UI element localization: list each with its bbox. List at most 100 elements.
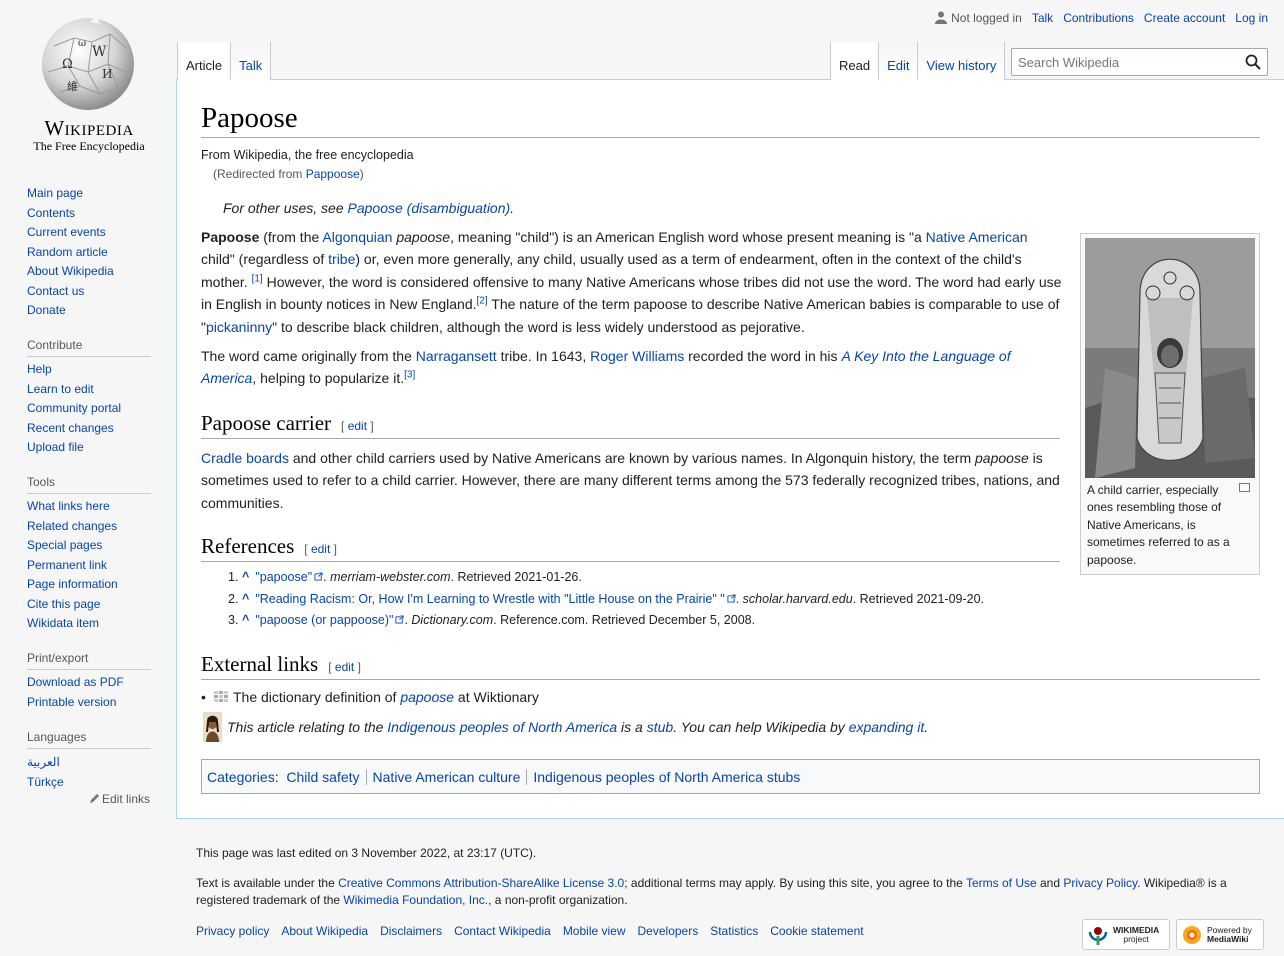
create-account-link[interactable]: Create account xyxy=(1144,11,1225,25)
footer-link-mobile-view[interactable]: Mobile view xyxy=(563,924,626,938)
category-link[interactable]: Native American culture xyxy=(373,769,521,785)
category-link[interactable]: Indigenous peoples of North America stub… xyxy=(533,769,800,785)
sidebar-item-related-changes[interactable]: Related changes xyxy=(27,519,117,533)
redirect-link[interactable]: Pappoose xyxy=(306,167,360,181)
wiktionary-papoose-link[interactable]: papoose xyxy=(400,689,454,705)
footer-link-privacy-policy[interactable]: Privacy policy xyxy=(196,924,269,938)
sidebar-item-download-pdf[interactable]: Download as PDF xyxy=(27,675,124,689)
thumbnail-caption: A child carrier, especially ones resembl… xyxy=(1087,483,1230,567)
tab-view-history[interactable]: View history xyxy=(918,42,1006,80)
carrier-paragraph: Cradle boards and other child carriers u… xyxy=(201,450,1060,511)
sidebar-item-random-article[interactable]: Random article xyxy=(27,245,108,259)
sidebar-item-contact[interactable]: Contact us xyxy=(27,284,84,298)
wikimedia-project-badge[interactable]: WIKIMEDIA project xyxy=(1082,919,1170,950)
log-in-link[interactable]: Log in xyxy=(1235,11,1268,25)
sidebar-item-learn-to-edit[interactable]: Learn to edit xyxy=(27,382,94,396)
footer-link-contact[interactable]: Contact Wikipedia xyxy=(454,924,551,938)
redirect-note: (Redirected from Pappoose) xyxy=(213,167,364,181)
talk-link[interactable]: Talk xyxy=(1032,11,1053,25)
footer-link-about[interactable]: About Wikipedia xyxy=(281,924,368,938)
sidebar-item-donate[interactable]: Donate xyxy=(27,303,66,317)
tab-article[interactable]: Article xyxy=(177,42,232,80)
sidebar-item-wikidata-item[interactable]: Wikidata item xyxy=(27,616,99,630)
sidebar-tools: What links here Related changes Special … xyxy=(27,499,118,636)
footer-last-edited: This page was last edited on 3 November … xyxy=(196,846,537,860)
sidebar-languages: العربية Türkçe xyxy=(27,755,64,794)
narragansett-link[interactable]: Narragansett xyxy=(416,348,497,364)
sidebar-item-upload-file[interactable]: Upload file xyxy=(27,440,84,454)
category-link[interactable]: Child safety xyxy=(286,769,359,785)
child-carrier-photo[interactable] xyxy=(1085,238,1255,478)
language-link-turkish[interactable]: Türkçe xyxy=(27,775,64,789)
sidebar-item-page-information[interactable]: Page information xyxy=(27,577,118,591)
tab-talk[interactable]: Talk xyxy=(231,42,272,80)
disambiguation-link[interactable]: Papoose (disambiguation) xyxy=(348,200,511,216)
search-icon[interactable] xyxy=(1245,54,1261,70)
edit-interlanguage-links[interactable]: Edit links xyxy=(89,792,150,806)
contributions-link[interactable]: Contributions xyxy=(1063,11,1134,25)
expand-link[interactable]: expanding it xyxy=(849,719,925,735)
sidebar-item-special-pages[interactable]: Special pages xyxy=(27,538,102,552)
edit-section-carrier[interactable]: edit xyxy=(348,419,367,433)
edit-section-references[interactable]: edit xyxy=(311,542,330,556)
footer-link-disclaimers[interactable]: Disclaimers xyxy=(380,924,442,938)
sidebar-contribute: Help Learn to edit Community portal Rece… xyxy=(27,362,121,460)
svg-text:ω: ω xyxy=(78,38,86,49)
sidebar-item-about[interactable]: About Wikipedia xyxy=(27,264,114,278)
stub-portrait-icon[interactable] xyxy=(203,712,222,742)
footer-places: Privacy policy About Wikipedia Disclaime… xyxy=(196,924,864,938)
wikipedia-globe-icon[interactable]: Ω W И 維 ω xyxy=(34,16,142,112)
categories-label[interactable]: Categories xyxy=(207,769,275,785)
mediawiki-flower-icon xyxy=(1183,925,1201,944)
terms-of-use-link[interactable]: Terms of Use xyxy=(966,876,1037,890)
namespace-tabs: Article Talk xyxy=(177,42,272,80)
ref-backlink[interactable]: ^ xyxy=(242,592,249,606)
footer-link-cookie-statement[interactable]: Cookie statement xyxy=(770,924,863,938)
sidebar-item-permanent-link[interactable]: Permanent link xyxy=(27,558,107,572)
cradle-boards-link[interactable]: Cradle boards xyxy=(201,450,289,466)
reference-item: 3. ^ "papoose (or pappoose)". Dictionary.c… xyxy=(228,613,756,627)
sidebar-item-main-page[interactable]: Main page xyxy=(27,186,83,200)
roger-williams-link[interactable]: Roger Williams xyxy=(590,348,684,364)
stub-link[interactable]: stub xyxy=(647,719,673,735)
license-link[interactable]: Creative Commons Attribution-ShareAlike … xyxy=(338,876,624,890)
ref-link[interactable]: "papoose" xyxy=(255,570,312,584)
edit-section-external-links[interactable]: edit xyxy=(335,660,354,674)
tab-edit[interactable]: Edit xyxy=(879,42,919,80)
footer-link-statistics[interactable]: Statistics xyxy=(710,924,758,938)
ref-backlink[interactable]: ^ xyxy=(242,570,249,584)
sidebar-item-printable-version[interactable]: Printable version xyxy=(27,695,116,709)
privacy-policy-link[interactable]: Privacy Policy xyxy=(1063,876,1137,890)
svg-text:維: 維 xyxy=(67,80,78,93)
sidebar-heading-contribute: Contribute xyxy=(27,338,151,357)
section-heading-references: References[ edit ] xyxy=(201,534,1060,562)
language-link-arabic[interactable]: العربية xyxy=(27,755,60,769)
wordmark: Wikipedia xyxy=(44,116,134,140)
search-input[interactable]: Search Wikipedia xyxy=(1011,48,1268,76)
sidebar-item-help[interactable]: Help xyxy=(27,362,52,376)
stub-topic-link[interactable]: Indigenous peoples of North America xyxy=(387,719,617,735)
ref-3[interactable]: [3] xyxy=(404,370,415,381)
sidebar-item-what-links-here[interactable]: What links here xyxy=(27,499,110,513)
wikimedia-foundation-link[interactable]: Wikimedia Foundation, Inc. xyxy=(343,893,488,907)
algonquian-link[interactable]: Algonquian xyxy=(322,229,392,245)
external-link-icon xyxy=(314,572,323,581)
footer-link-developers[interactable]: Developers xyxy=(638,924,699,938)
ref-link[interactable]: "papoose (or pappoose)" xyxy=(255,613,393,627)
ref-1[interactable]: [1] xyxy=(252,273,263,284)
tab-read[interactable]: Read xyxy=(830,42,880,80)
powered-by-mediawiki-badge[interactable]: Powered by MediaWiki xyxy=(1176,919,1264,950)
ref-backlink[interactable]: ^ xyxy=(242,613,249,627)
tribe-link[interactable]: tribe xyxy=(328,251,355,267)
sidebar-item-community-portal[interactable]: Community portal xyxy=(27,401,121,415)
ref-2[interactable]: [2] xyxy=(477,296,488,307)
sidebar-item-contents[interactable]: Contents xyxy=(27,206,75,220)
svg-text:И: И xyxy=(102,67,112,81)
sidebar-item-recent-changes[interactable]: Recent changes xyxy=(27,421,114,435)
pickaninny-link[interactable]: pickaninny xyxy=(206,319,272,335)
sidebar-item-cite-this-page[interactable]: Cite this page xyxy=(27,597,100,611)
sidebar-item-current-events[interactable]: Current events xyxy=(27,225,106,239)
ref-link[interactable]: "Reading Racism: Or, How I'm Learning to… xyxy=(255,592,724,606)
search-placeholder: Search Wikipedia xyxy=(1018,55,1120,70)
native-american-link[interactable]: Native American xyxy=(926,229,1028,245)
